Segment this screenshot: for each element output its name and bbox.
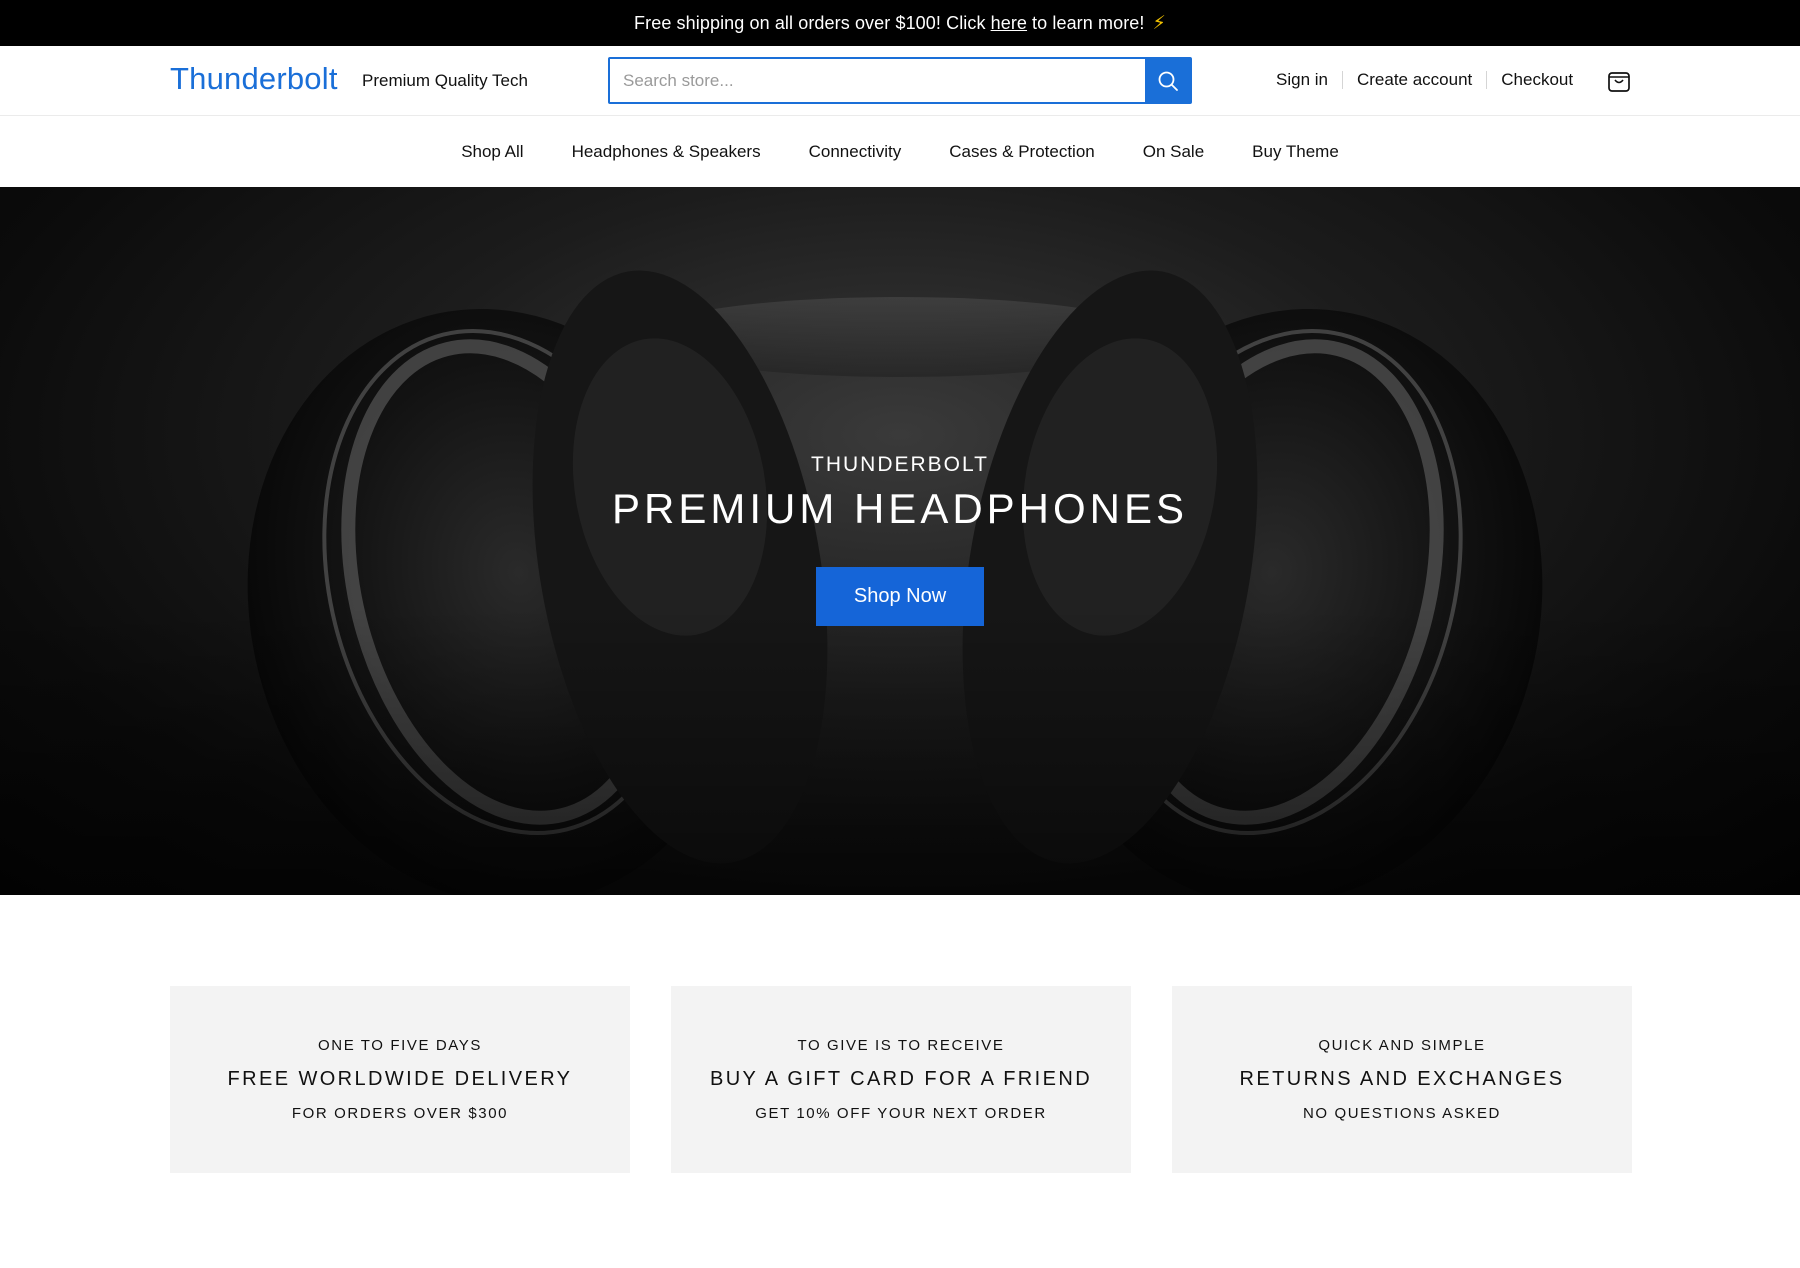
sign-in-link[interactable]: Sign in (1276, 70, 1328, 90)
feature-detail: NO QUESTIONS ASKED (1302, 1105, 1501, 1122)
nav-item-headphones-speakers[interactable]: Headphones & Speakers (572, 142, 761, 162)
divider (1486, 71, 1488, 89)
feature-kicker: QUICK AND SIMPLE (1318, 1037, 1486, 1054)
announcement-link[interactable]: here (991, 13, 1027, 34)
logo[interactable]: Thunderbolt (170, 61, 338, 97)
checkout-link[interactable]: Checkout (1501, 70, 1573, 90)
feature-card-delivery: ONE TO FIVE DAYS FREE WORLDWIDE DELIVERY… (170, 986, 630, 1173)
nav-item-buy-theme[interactable]: Buy Theme (1252, 142, 1339, 162)
nav-item-cases-protection[interactable]: Cases & Protection (949, 142, 1095, 162)
feature-heading: RETURNS AND EXCHANGES (1239, 1068, 1565, 1090)
headphones-image (0, 270, 1800, 895)
feature-kicker: TO GIVE IS TO RECEIVE (797, 1037, 1005, 1054)
feature-heading: BUY A GIFT CARD FOR A FRIEND (709, 1068, 1093, 1090)
tagline: Premium Quality Tech (362, 71, 528, 90)
hero-banner: THUNDERBOLT PREMIUM HEADPHONES Shop Now (0, 187, 1800, 895)
shop-now-button[interactable]: Shop Now (816, 567, 984, 626)
feature-cards: ONE TO FIVE DAYS FREE WORLDWIDE DELIVERY… (170, 986, 1632, 1173)
search-icon (1158, 71, 1178, 91)
search-input[interactable] (610, 59, 1145, 102)
hero-subtitle: THUNDERBOLT (811, 453, 989, 476)
announcement-text: Free shipping on all orders over $100! C… (634, 12, 986, 33)
create-account-link[interactable]: Create account (1357, 70, 1472, 90)
lightning-icon: ⚡ (1152, 12, 1166, 34)
feature-heading: FREE WORLDWIDE DELIVERY (227, 1068, 573, 1090)
nav-item-on-sale[interactable]: On Sale (1143, 142, 1204, 162)
shopping-bag-icon (1608, 72, 1630, 92)
site-header: Thunderbolt Premium Quality Tech Sign in… (0, 46, 1800, 116)
feature-kicker: ONE TO FIVE DAYS (318, 1037, 482, 1054)
hero-title: PREMIUM HEADPHONES (611, 485, 1189, 532)
main-nav: Shop All Headphones & Speakers Connectiv… (0, 117, 1800, 187)
search-button[interactable] (1145, 59, 1190, 102)
search-bar (608, 57, 1192, 104)
nav-item-connectivity[interactable]: Connectivity (809, 142, 902, 162)
account-links: Sign in Create account Checkout (1276, 70, 1573, 90)
feature-detail: GET 10% OFF YOUR NEXT ORDER (755, 1105, 1047, 1122)
feature-card-gift-card: TO GIVE IS TO RECEIVE BUY A GIFT CARD FO… (671, 986, 1131, 1173)
feature-detail: FOR ORDERS OVER $300 (291, 1105, 509, 1122)
cart-button[interactable] (1606, 68, 1632, 94)
nav-item-shop-all[interactable]: Shop All (461, 142, 523, 162)
divider (1341, 71, 1343, 89)
announcement-text-end: to learn more! (1032, 12, 1145, 33)
announcement-bar: Free shipping on all orders over $100! C… (0, 0, 1800, 46)
feature-card-returns: QUICK AND SIMPLE RETURNS AND EXCHANGES N… (1172, 986, 1632, 1173)
